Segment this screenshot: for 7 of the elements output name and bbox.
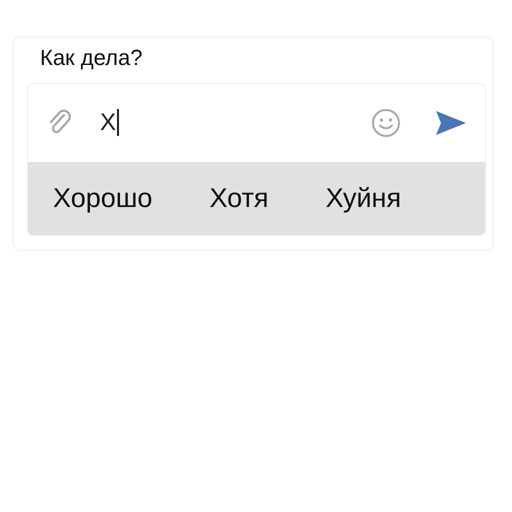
- message-text: Как дела?: [39, 44, 144, 72]
- suggestion-item[interactable]: Хуйня: [326, 183, 402, 214]
- message-input[interactable]: Х: [100, 107, 371, 139]
- suggestion-item[interactable]: Хорошо: [53, 183, 152, 214]
- suggestion-item[interactable]: Хотя: [209, 183, 269, 214]
- smiley-icon[interactable]: [371, 108, 401, 138]
- send-icon[interactable]: [435, 110, 467, 136]
